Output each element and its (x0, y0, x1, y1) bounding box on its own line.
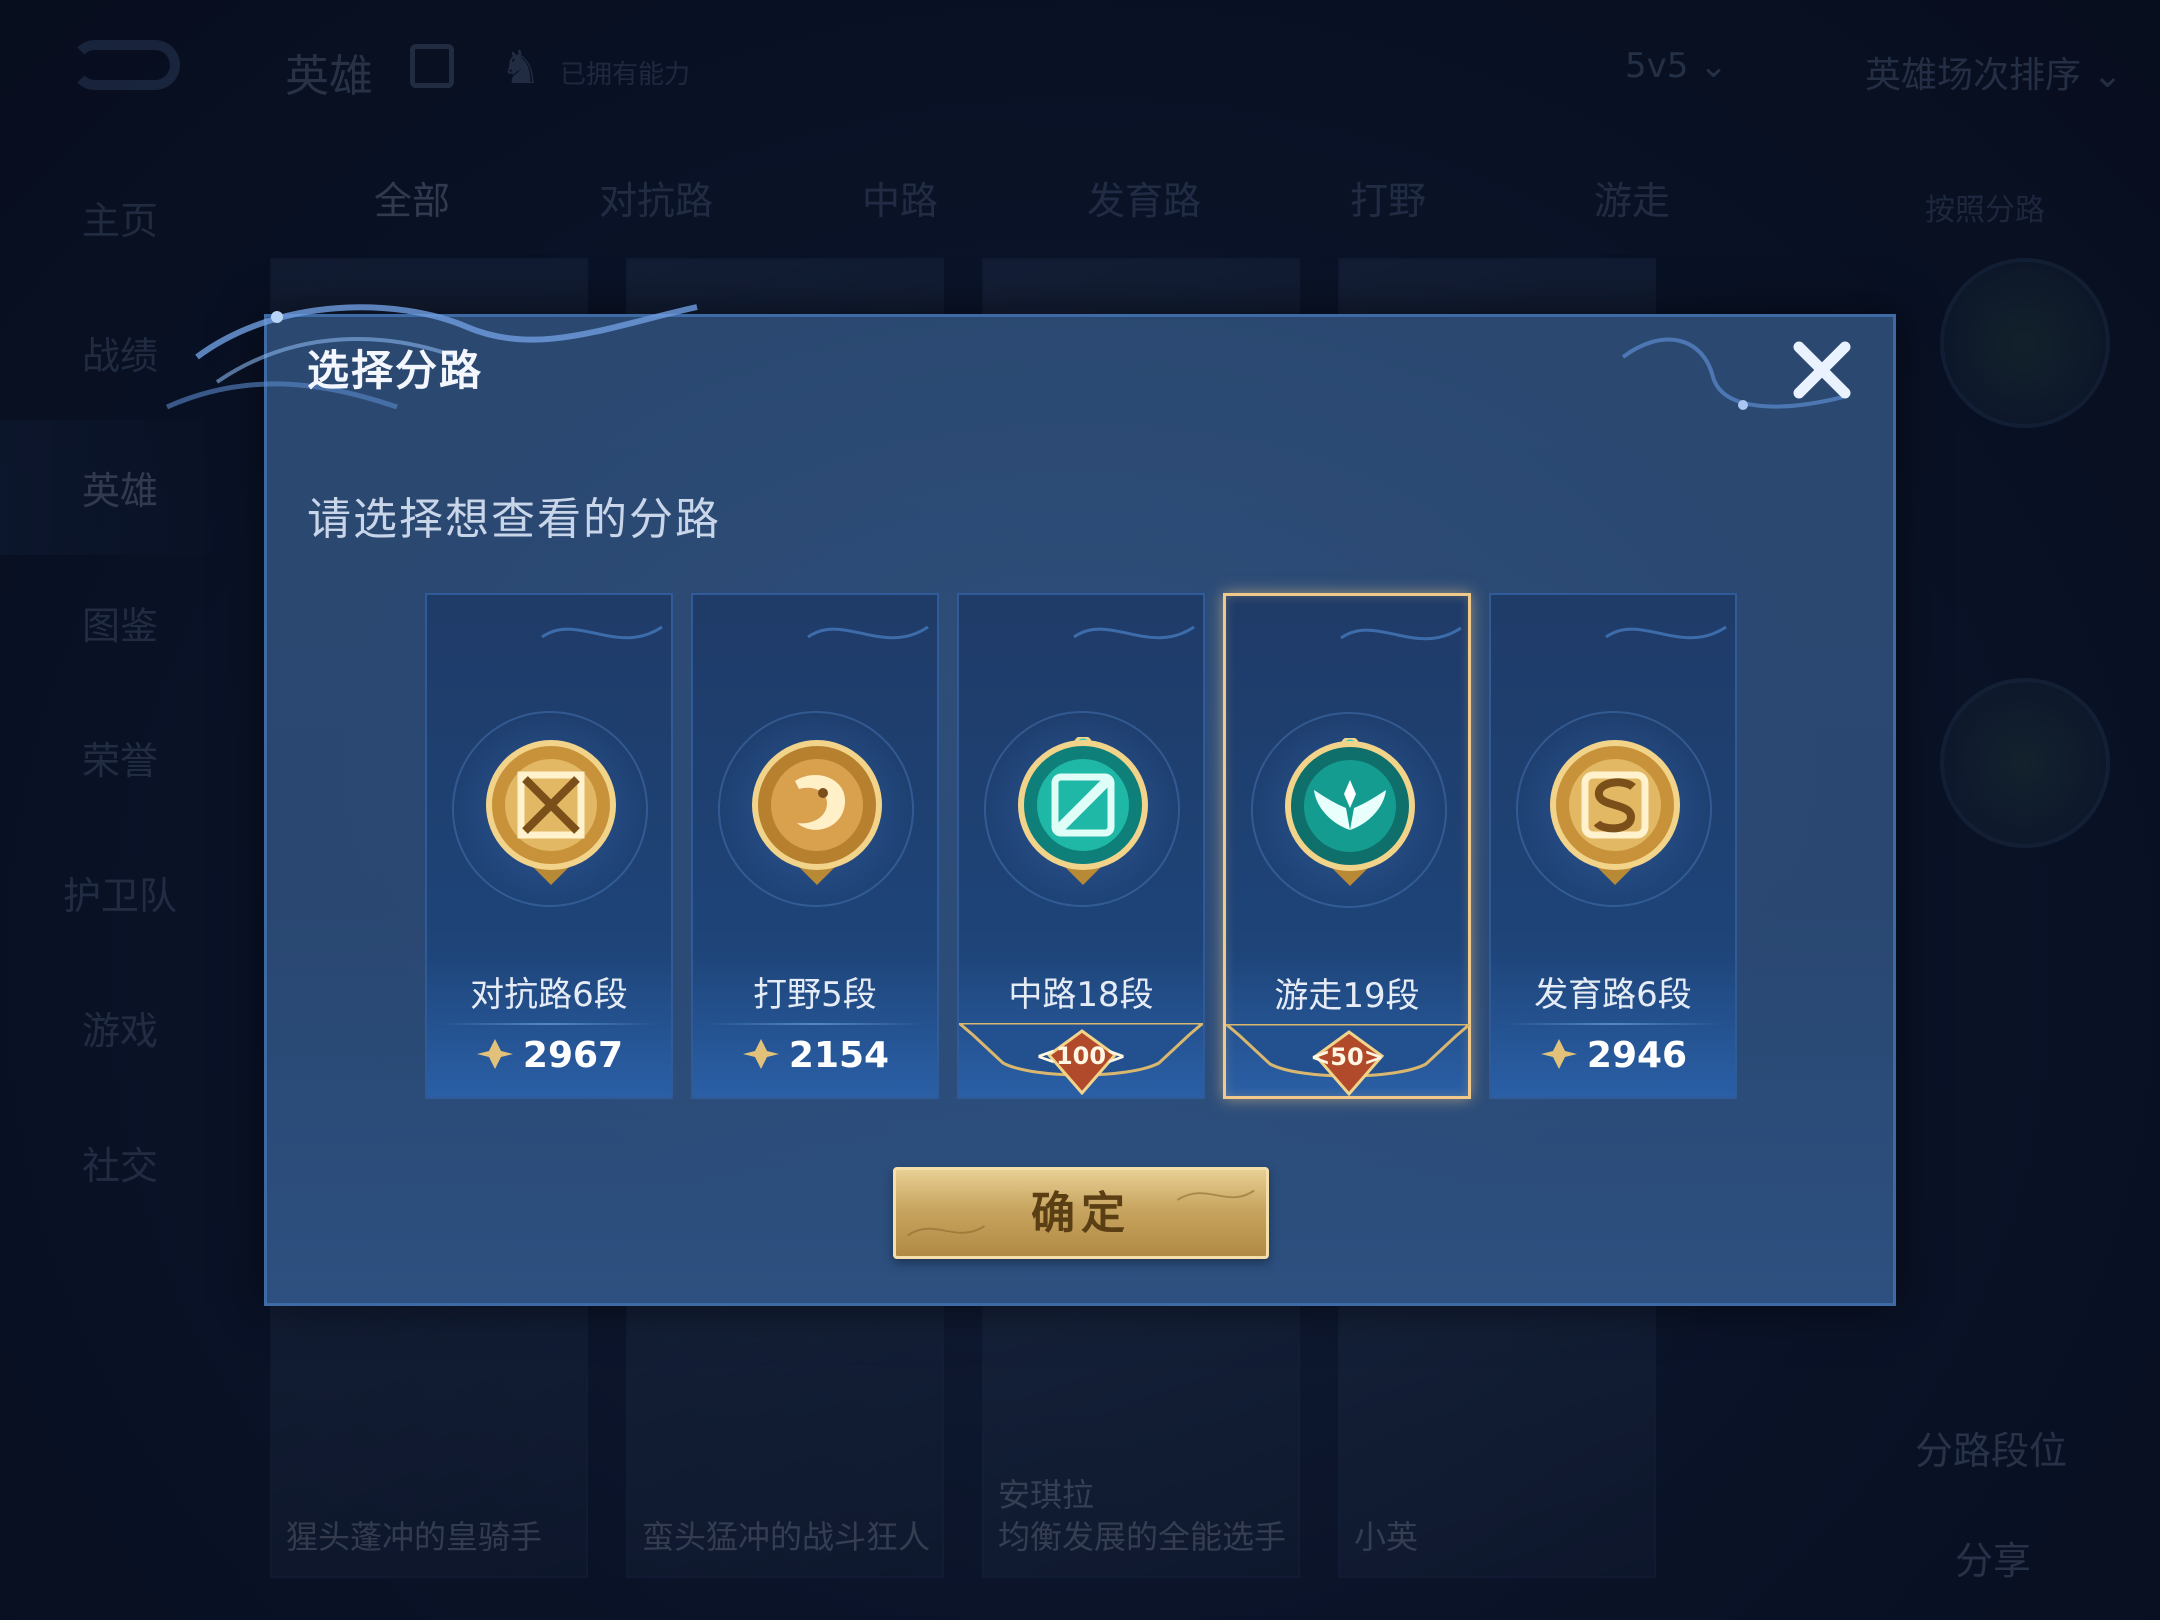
crossed-swords-icon (486, 740, 616, 885)
lane-score: 2946 (1491, 1035, 1735, 1076)
lane-name: 对抗路6段 (470, 975, 628, 1015)
lane-name: 中路18段 (1008, 975, 1154, 1015)
swirl-decoration-icon (1073, 625, 1195, 640)
lane-options: 对抗路6段 2967 打野5段 2154 中路18段 <100> 游走19段 <… (425, 593, 1745, 1103)
close-button[interactable] (1787, 335, 1857, 405)
dialog-subtitle: 请选择想查看的分路 (307, 494, 721, 545)
lane-card-mid[interactable]: 中路18段 <100> (957, 593, 1205, 1099)
close-icon (1793, 341, 1851, 399)
divider (707, 1023, 923, 1025)
lane-score: 2967 (427, 1035, 671, 1076)
dragon-icon (752, 740, 882, 885)
divider (441, 1023, 657, 1025)
rank-gem-icon (1540, 1039, 1577, 1069)
lane-card-roam[interactable]: 游走19段 <50> (1223, 593, 1471, 1099)
wings-icon (1285, 738, 1415, 886)
select-lane-dialog: 选择分路 请选择想查看的分路 对抗路6段 2967 打野5段 2154 中路18… (165, 304, 1896, 1306)
swirl-decoration-icon (1340, 626, 1462, 641)
lane-score-value: 2967 (522, 1035, 624, 1076)
rank-gem-icon (742, 1039, 779, 1069)
confirm-button[interactable]: 确定 (893, 1167, 1269, 1259)
swirl-decoration-icon (1605, 625, 1727, 640)
lane-score-value: 2154 (788, 1035, 890, 1076)
lane-card-jungle[interactable]: 打野5段 2154 (691, 593, 939, 1099)
confirm-label: 确定 (1031, 1188, 1131, 1239)
slash-square-icon (1018, 737, 1148, 885)
rank-badge-value: <100> (1035, 1042, 1127, 1070)
swirl-decoration-icon (807, 625, 929, 640)
lane-card-farm[interactable]: 发育路6段 2946 (1489, 593, 1737, 1099)
swirl-decoration-icon (541, 625, 663, 640)
rank-badge-value: <50> (1310, 1043, 1384, 1071)
lane-card-clash[interactable]: 对抗路6段 2967 (425, 593, 673, 1099)
lane-score: 2154 (693, 1035, 937, 1076)
s-shield-icon (1550, 740, 1680, 885)
lane-name: 发育路6段 (1534, 975, 1692, 1015)
lane-name: 游走19段 (1274, 976, 1420, 1016)
divider (1505, 1023, 1721, 1025)
screen: 英雄 ♞ 已拥有能力 5v5 ⌄ 英雄场次排序 ⌄ 主页 战绩 英雄 图鉴 荣誉… (0, 0, 2160, 1620)
dialog-title: 选择分路 (307, 346, 484, 395)
lane-score-value: 2946 (1586, 1035, 1688, 1076)
rank-gem-icon (476, 1039, 513, 1069)
lane-name: 打野5段 (753, 975, 877, 1015)
